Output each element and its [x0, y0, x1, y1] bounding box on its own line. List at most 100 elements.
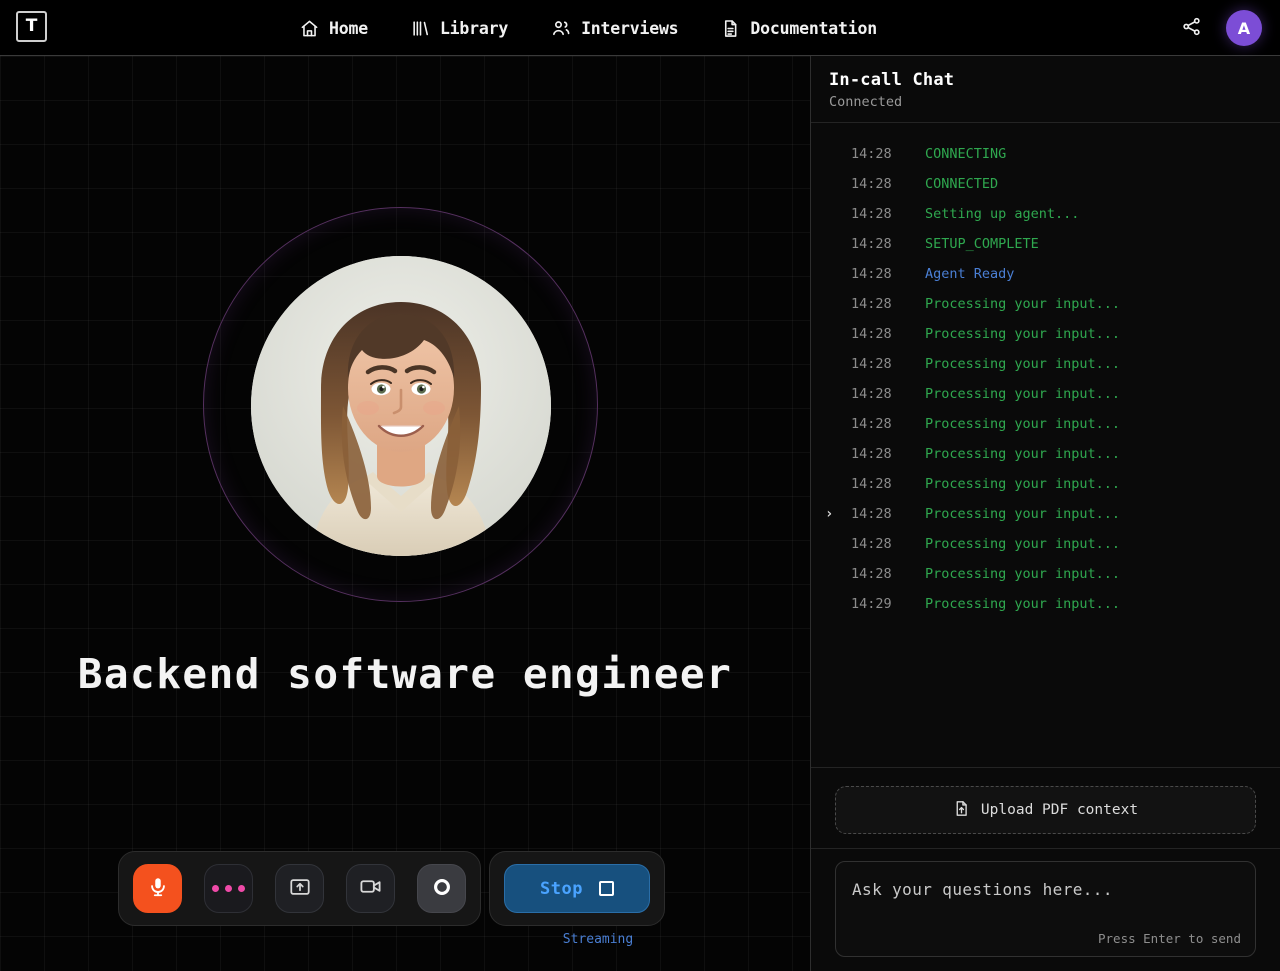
- nav-label-documentation: Documentation: [750, 19, 877, 38]
- chat-log-row: 14:28Setting up agent...: [811, 199, 1280, 229]
- chat-connection-status: Connected: [829, 94, 1262, 110]
- chat-log-message: Agent Ready: [925, 266, 1014, 282]
- home-icon: [300, 19, 319, 38]
- stop-square-icon: [599, 881, 614, 896]
- chat-log-row: 14:28Agent Ready: [811, 259, 1280, 289]
- chat-log-row: › 14:28Processing your input...: [811, 499, 1280, 529]
- chat-log-row: 14:28Processing your input...: [811, 529, 1280, 559]
- microphone-icon: [147, 876, 169, 902]
- upload-area: Upload PDF context: [811, 768, 1280, 848]
- chat-log-timestamp: 14:29: [851, 596, 925, 612]
- chat-log-timestamp: 14:28: [851, 356, 925, 372]
- chat-log[interactable]: 14:28CONNECTING14:28CONNECTED14:28Settin…: [811, 123, 1280, 767]
- chat-log-message: Processing your input...: [925, 506, 1120, 522]
- chat-log-message: Processing your input...: [925, 536, 1120, 552]
- chevron-right-icon: ›: [825, 506, 833, 522]
- document-icon: [721, 19, 740, 38]
- chat-log-message: Processing your input...: [925, 296, 1120, 312]
- dots-icon: [212, 885, 245, 892]
- page-title: Backend software engineer: [0, 650, 810, 698]
- record-button[interactable]: [417, 864, 466, 913]
- chat-log-row: 14:28Processing your input...: [811, 439, 1280, 469]
- chat-log-message: Processing your input...: [925, 476, 1120, 492]
- media-controls-group: [118, 851, 481, 926]
- user-avatar-initial: A: [1238, 19, 1250, 38]
- call-controls: Stop: [118, 851, 665, 926]
- upload-pdf-label: Upload PDF context: [981, 802, 1138, 818]
- chat-log-timestamp: 14:28: [851, 446, 925, 462]
- camera-button[interactable]: [346, 864, 395, 913]
- nav-item-documentation[interactable]: Documentation: [721, 19, 877, 38]
- video-camera-icon: [359, 875, 382, 902]
- chat-log-message: Processing your input...: [925, 356, 1120, 372]
- nav-label-library: Library: [440, 19, 508, 38]
- stop-controls-group: Stop: [489, 851, 665, 926]
- header-actions: A: [1181, 0, 1262, 56]
- agent-avatar-photo: [251, 256, 551, 556]
- user-avatar[interactable]: A: [1226, 10, 1262, 46]
- call-stage: Backend software engineer: [0, 56, 810, 971]
- chat-log-timestamp: 14:28: [851, 386, 925, 402]
- chat-log-timestamp: 14:28: [851, 296, 925, 312]
- chat-log-row: 14:28Processing your input...: [811, 349, 1280, 379]
- chat-log-message: Processing your input...: [925, 416, 1120, 432]
- app-logo-letter: T: [26, 18, 38, 35]
- chat-log-timestamp: 14:28: [851, 146, 925, 162]
- screen-share-button[interactable]: [275, 864, 324, 913]
- chat-log-message: Processing your input...: [925, 596, 1120, 612]
- chat-log-row: 14:29Processing your input...: [811, 589, 1280, 619]
- mic-button[interactable]: [133, 864, 182, 913]
- message-input[interactable]: Ask your questions here... Press Enter t…: [835, 861, 1256, 957]
- users-icon: [551, 18, 571, 38]
- chat-log-row: 14:28Processing your input...: [811, 469, 1280, 499]
- nav-item-home[interactable]: Home: [300, 19, 368, 38]
- chat-log-row: 14:28Processing your input...: [811, 319, 1280, 349]
- library-icon: [411, 19, 430, 38]
- chat-log-row: 14:28Processing your input...: [811, 289, 1280, 319]
- chat-log-timestamp: 14:28: [851, 206, 925, 222]
- chat-log-row: 14:28Processing your input...: [811, 379, 1280, 409]
- chat-log-message: Processing your input...: [925, 566, 1120, 582]
- top-navigation-bar: T Home Library: [0, 0, 1280, 56]
- screen-share-icon: [289, 876, 311, 902]
- composer-hint: Press Enter to send: [1098, 931, 1241, 946]
- in-call-chat-panel: In-call Chat Connected 14:28CONNECTING14…: [810, 56, 1280, 971]
- chat-log-timestamp: 14:28: [851, 266, 925, 282]
- nav-item-interviews[interactable]: Interviews: [551, 18, 678, 38]
- nav-label-home: Home: [329, 19, 368, 38]
- activity-button[interactable]: [204, 864, 253, 913]
- app-logo[interactable]: T: [16, 11, 47, 42]
- chat-log-timestamp: 14:28: [851, 566, 925, 582]
- chat-log-message: Processing your input...: [925, 326, 1120, 342]
- chat-log-row: 14:28Processing your input...: [811, 409, 1280, 439]
- chat-log-message: Processing your input...: [925, 446, 1120, 462]
- file-upload-icon: [953, 800, 970, 821]
- chat-log-message: CONNECTING: [925, 146, 1006, 162]
- nav-item-library[interactable]: Library: [411, 19, 508, 38]
- chat-log-row: 14:28CONNECTING: [811, 139, 1280, 169]
- primary-nav: Home Library Interviews: [300, 0, 877, 56]
- chat-log-timestamp: 14:28: [851, 416, 925, 432]
- chat-log-timestamp: 14:28: [851, 326, 925, 342]
- chat-log-message: Processing your input...: [925, 386, 1120, 402]
- agent-avatar-container: [203, 207, 598, 602]
- stop-button-label: Stop: [540, 879, 583, 899]
- share-icon[interactable]: [1181, 16, 1202, 41]
- stop-button[interactable]: Stop: [504, 864, 650, 913]
- chat-header: In-call Chat Connected: [811, 56, 1280, 123]
- message-input-placeholder: Ask your questions here...: [852, 880, 1113, 899]
- chat-log-timestamp: 14:28: [851, 536, 925, 552]
- chat-title: In-call Chat: [829, 70, 1262, 90]
- nav-label-interviews: Interviews: [581, 19, 678, 38]
- upload-pdf-button[interactable]: Upload PDF context: [835, 786, 1256, 834]
- chat-log-message: Setting up agent...: [925, 206, 1079, 222]
- chat-log-row: 14:28CONNECTED: [811, 169, 1280, 199]
- chat-log-message: SETUP_COMPLETE: [925, 236, 1039, 252]
- chat-log-message: CONNECTED: [925, 176, 998, 192]
- chat-log-timestamp: 14:28: [851, 176, 925, 192]
- chat-footer: Upload PDF context Ask your questions he…: [811, 767, 1280, 971]
- streaming-status: Streaming: [510, 932, 686, 947]
- chat-log-timestamp: 14:28: [851, 476, 925, 492]
- chat-log-timestamp: 14:28: [851, 506, 925, 522]
- chat-log-timestamp: 14:28: [851, 236, 925, 252]
